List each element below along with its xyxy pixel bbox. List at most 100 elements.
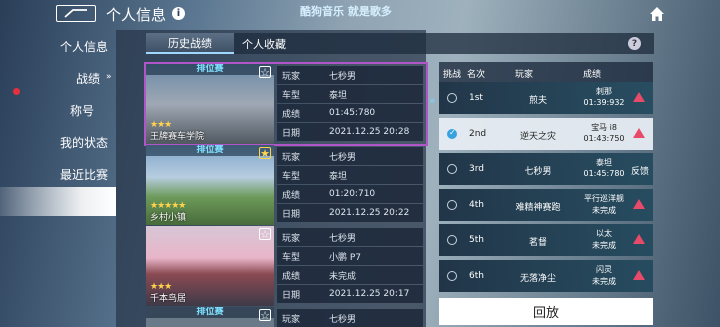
ranking-row[interactable]: 5th 茗督 以太未完成 bbox=[439, 224, 653, 256]
record-info: 玩家 七秒男 车型 小鹏 P7 成绩 未完成 日期 2021.12.25 20:17 bbox=[277, 228, 423, 304]
replay-button[interactable]: 回放 bbox=[439, 298, 653, 325]
label-player: 玩家 bbox=[282, 314, 301, 325]
label-date: 日期 bbox=[282, 128, 301, 139]
ranking-row[interactable]: 4th 难精神赛跑 平行巡洋舰 未完成 bbox=[439, 188, 653, 221]
notification-dot bbox=[13, 88, 20, 95]
record-info: 玩家 七秒男 车型 泰坦 成绩 01:45:780 日期 2021.12.25 20:2… bbox=[277, 66, 423, 142]
rank-value: 6th bbox=[469, 270, 484, 281]
sidebar-item-status[interactable]: 我的状态 bbox=[60, 134, 108, 151]
date-value: 2021.12.25 20:28 bbox=[329, 127, 410, 137]
select-radio[interactable] bbox=[447, 164, 457, 174]
chevron-down-icon: » bbox=[106, 72, 112, 82]
label-car: 车型 bbox=[282, 252, 301, 263]
player-value: 七秒男 bbox=[329, 71, 357, 82]
star-icon[interactable]: ☆ bbox=[259, 228, 271, 241]
report-icon[interactable] bbox=[633, 198, 645, 209]
sidebar: 个人信息 战绩 » 称号 我的状态 最近比赛 bbox=[0, 30, 116, 327]
player-name: 逆天之灾 bbox=[519, 131, 556, 142]
select-radio[interactable] bbox=[447, 128, 457, 139]
track-thumbnail: 排位赛 ☆ bbox=[146, 307, 274, 327]
report-icon[interactable] bbox=[633, 127, 645, 138]
select-radio[interactable] bbox=[447, 199, 457, 210]
sidebar-item-title[interactable]: 称号 bbox=[70, 102, 94, 119]
rank-value: 2nd bbox=[469, 128, 487, 139]
rank-value: 3rd bbox=[469, 164, 484, 174]
report-icon[interactable] bbox=[633, 92, 645, 102]
player-value: 七秒男 bbox=[329, 233, 357, 244]
label-player: 玩家 bbox=[282, 233, 301, 244]
mode-tag: 排位赛 bbox=[146, 307, 274, 318]
track-name: 乡村小镇 bbox=[150, 213, 187, 223]
ranking-row[interactable]: 6th 无落净尘 闪灵 未完成 bbox=[439, 259, 653, 292]
player-name: 茗督 bbox=[528, 238, 547, 248]
star-icon[interactable]: ☆ bbox=[259, 66, 271, 79]
history-card[interactable]: 排位赛 ☆ ★★★ 王牌赛车学院 玩家 七秒男 车型 泰坦 成绩 01:45:780 … bbox=[144, 62, 428, 146]
score-value: 未完成 bbox=[329, 271, 357, 282]
sidebar-item-record[interactable]: 战绩 bbox=[76, 70, 100, 87]
track-thumbnail: 排位赛 ★ ★★★★★ 乡村小镇 bbox=[146, 145, 274, 225]
tab-bar: 历史战绩 个人收藏 bbox=[146, 33, 654, 54]
rank-value: 1st bbox=[469, 93, 483, 103]
car-name: 刺那 bbox=[596, 87, 612, 96]
label-car: 车型 bbox=[282, 90, 301, 101]
sidebar-active-bg bbox=[0, 187, 116, 216]
ranking-row[interactable]: 2nd 逆天之灾 宝马 i801:43:750 bbox=[439, 117, 653, 150]
track-thumbnail: ☆ ★★★ 千本鸟居 bbox=[146, 226, 274, 306]
track-name: 王牌赛车学院 bbox=[150, 132, 205, 142]
player-value: 七秒男 bbox=[329, 152, 357, 163]
tab-history[interactable]: 历史战绩 bbox=[146, 33, 234, 54]
player-name: 无落净尘 bbox=[519, 273, 556, 284]
label-date: 日期 bbox=[282, 209, 301, 220]
select-radio[interactable] bbox=[447, 270, 457, 281]
sidebar-item-profile[interactable]: 个人信息 bbox=[60, 38, 108, 55]
ranking-row[interactable]: 1st 煎夫 刺那 01:39:932 bbox=[439, 82, 653, 114]
label-player: 玩家 bbox=[282, 71, 301, 82]
player-name: 七秒男 bbox=[524, 167, 552, 177]
tab-favorites[interactable]: 个人收藏 bbox=[234, 33, 294, 54]
report-icon[interactable] bbox=[633, 234, 645, 244]
car-name: 宝马 i8 bbox=[591, 122, 617, 132]
race-ranking: 挑战 名次 玩家 成绩 1st 煎夫 刺那 01:39:932 2nd 逆天之灾 宝马 i8… bbox=[439, 62, 653, 295]
score-value: 01:20:710 bbox=[329, 189, 376, 199]
mode-tag: 排位赛 bbox=[146, 64, 274, 75]
back-arrow-icon bbox=[64, 9, 87, 18]
back-button[interactable] bbox=[56, 5, 96, 22]
ranking-header: 挑战 名次 玩家 成绩 bbox=[439, 62, 653, 82]
race-time: 01:45:780 bbox=[583, 169, 625, 178]
date-value: 2021.12.25 20:22 bbox=[329, 208, 410, 218]
track-thumbnail: 排位赛 ☆ ★★★ 王牌赛车学院 bbox=[146, 64, 274, 144]
label-score: 成绩 bbox=[282, 271, 301, 282]
label-date: 日期 bbox=[282, 290, 301, 301]
race-time: 01:39:932 bbox=[583, 98, 625, 107]
music-banner: 酷狗音乐 就是歌多 bbox=[300, 5, 392, 18]
rank-value: 4th bbox=[469, 199, 484, 210]
record-info: 玩家 七秒男 车型 泰坦 成绩 01:20:710 日期 2021.12.25 20:2… bbox=[277, 147, 423, 223]
car-name: 以太 bbox=[596, 229, 612, 238]
star-icon[interactable]: ★ bbox=[259, 147, 271, 160]
info-icon[interactable]: i bbox=[172, 7, 185, 20]
record-info: 玩家 七秒男 bbox=[277, 309, 423, 327]
race-time: 未完成 bbox=[592, 241, 616, 250]
race-time: 01:43:750 bbox=[583, 133, 625, 143]
history-card[interactable]: ☆ ★★★ 千本鸟居 玩家 七秒男 车型 小鹏 P7 成绩 未完成 日期 2021.12… bbox=[146, 226, 426, 306]
select-radio[interactable] bbox=[447, 93, 457, 103]
help-icon[interactable]: ? bbox=[628, 37, 641, 50]
header-rank: 名次 bbox=[467, 70, 486, 80]
feedback-link[interactable]: 反馈 bbox=[631, 164, 649, 177]
history-card[interactable]: 排位赛 ☆ 玩家 七秒男 bbox=[146, 307, 426, 327]
report-icon[interactable] bbox=[633, 269, 645, 280]
ranking-row[interactable]: 3rd 七秒男 泰坦 01:45:780 反馈 bbox=[439, 153, 653, 185]
car-name: 闪灵 bbox=[596, 264, 612, 274]
rank-value: 5th bbox=[469, 235, 484, 245]
player-value: 七秒男 bbox=[329, 314, 357, 325]
track-name: 千本鸟居 bbox=[150, 294, 187, 304]
score-value: 01:45:780 bbox=[329, 108, 376, 118]
home-icon[interactable] bbox=[649, 6, 665, 22]
header-challenge: 挑战 bbox=[443, 70, 462, 80]
select-radio[interactable] bbox=[447, 235, 457, 245]
mode-tag: 排位赛 bbox=[146, 145, 274, 156]
sidebar-item-recent[interactable]: 最近比赛 bbox=[60, 166, 108, 183]
history-card[interactable]: 排位赛 ★ ★★★★★ 乡村小镇 玩家 七秒男 车型 泰坦 成绩 01:20:710 … bbox=[146, 145, 426, 225]
double-chevron-right-icon: » bbox=[429, 94, 436, 107]
star-icon[interactable]: ☆ bbox=[259, 309, 271, 322]
